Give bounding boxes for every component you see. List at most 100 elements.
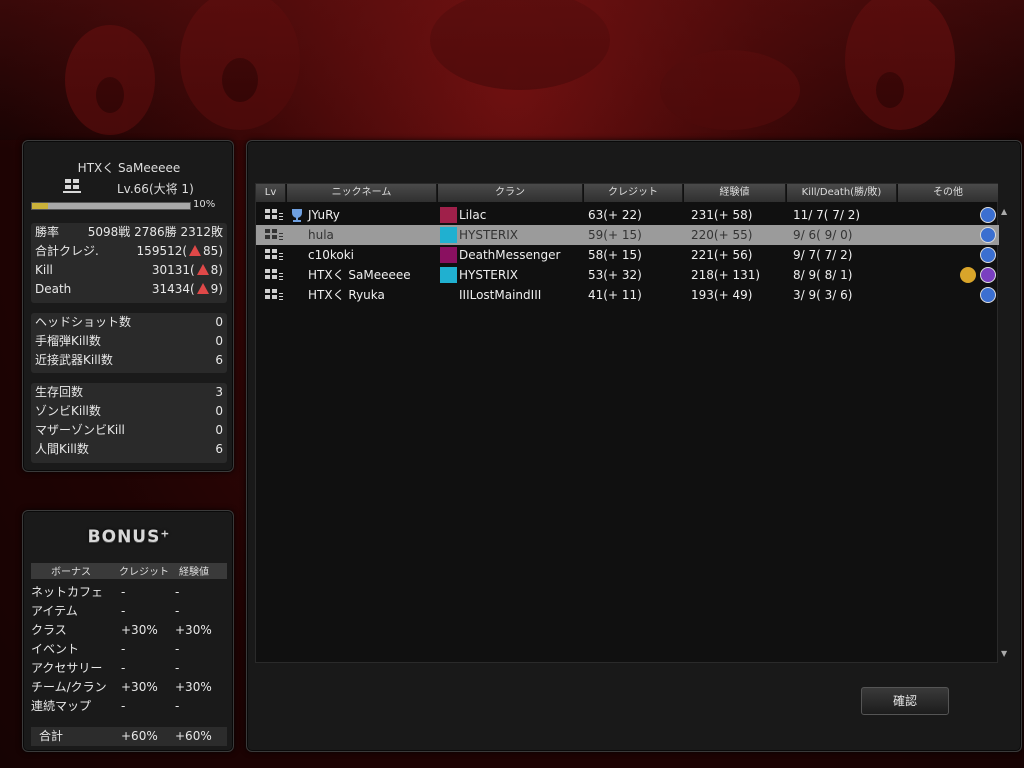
increase-triangle-icon	[196, 283, 209, 294]
stat-row: ゾンビKill数 0	[31, 402, 227, 421]
stat-value: 5098戦 2786勝 2312敗	[88, 223, 223, 242]
stat-label: 勝率	[35, 225, 60, 239]
bonus-row: 連続マップ - -	[31, 697, 227, 716]
stat-label: ヘッドショット数	[35, 315, 132, 329]
stat-row: 生存回数 3	[31, 383, 227, 402]
trophy-icon	[292, 209, 302, 222]
player-row[interactable]: HTXく Ryuka IIILostMaindIII 41(+ 11) 193(+ 4…	[256, 285, 999, 305]
bonus-exp: -	[175, 699, 180, 713]
player-info-icon[interactable]	[980, 287, 996, 303]
stat-value-text: 6	[215, 442, 223, 456]
stat-row: 合計クレジ. 159512(85)	[31, 242, 227, 261]
bonus-total-label: 合計	[39, 729, 64, 743]
col-header-credit[interactable]: クレジット	[584, 184, 683, 202]
col-header-exp[interactable]: 経験値	[684, 184, 786, 202]
bonus-total-credit: +60%	[121, 729, 158, 743]
stat-label: Death	[35, 282, 72, 296]
col-header-clan[interactable]: クラン	[438, 184, 583, 202]
stat-row: Death 31434( 9)	[31, 280, 227, 299]
bonus-name: 連続マップ	[31, 699, 92, 713]
stat-value-text: 0	[215, 423, 223, 437]
xp-progress-fill	[32, 203, 48, 209]
bonus-credit: -	[121, 642, 126, 656]
zombie-stats: 生存回数 3 ゾンビKill数 0 マザーゾンビKill 0 人間Kill数 6	[31, 383, 227, 463]
record-stats: 勝率 5098戦 2786勝 2312敗 合計クレジ. 159512(85) Kill 3…	[31, 223, 227, 303]
bonus-name: アクセサリー	[31, 661, 103, 675]
bonus-header-credit: クレジット	[119, 567, 169, 578]
xp-percent: 10%	[193, 199, 216, 210]
stat-value-text: 0	[215, 334, 223, 348]
player-credit: 41(+ 11)	[588, 288, 642, 302]
bonus-row: クラス +30% +30%	[31, 621, 227, 640]
bonus-credit: -	[121, 604, 126, 618]
player-nickname: JYuRy	[308, 208, 340, 222]
stat-row: 人間Kill数 6	[31, 440, 227, 459]
bonus-panel: BONUS⁺ ボーナス クレジット 経験値 ネットカフェ - - アイテム - - クラス +…	[22, 510, 234, 752]
clan-emblem-icon	[440, 247, 457, 263]
rank-insignia-icon	[265, 269, 283, 280]
bonus-exp: -	[175, 604, 180, 618]
bonus-credit: +30%	[121, 623, 158, 637]
stat-value-text: 31434(	[151, 282, 195, 296]
player-info-icon[interactable]	[980, 207, 996, 223]
scroll-down-arrow[interactable]: ▼	[1001, 649, 1011, 658]
bonus-exp: +30%	[175, 623, 212, 637]
bonus-name: ネットカフェ	[31, 585, 104, 599]
stat-value: 159512( 85)	[137, 242, 223, 261]
rank-insignia-icon	[63, 179, 81, 193]
player-nickname: c10koki	[308, 248, 355, 262]
col-header-kd[interactable]: Kill/Death(勝/敗)	[787, 184, 897, 202]
player-exp: 221(+ 56)	[691, 248, 753, 262]
player-kd: 3/ 9( 3/ 6)	[793, 288, 853, 302]
player-info-icon[interactable]	[980, 267, 996, 283]
bonus-header-exp: 経験値	[179, 567, 209, 578]
bonus-row: チーム/クラン +30% +30%	[31, 678, 227, 697]
stat-value: 6	[215, 351, 223, 370]
scoreboard-table: Lv ニックネーム クラン クレジット 経験値 Kill/Death(勝/敗) …	[255, 183, 999, 663]
clan-emblem-icon	[440, 207, 457, 223]
stat-value: 30131(8)	[152, 261, 223, 280]
bonus-row: アクセサリー - -	[31, 659, 227, 678]
stat-delta: 85)	[203, 244, 223, 258]
bonus-name: アイテム	[31, 604, 78, 618]
increase-triangle-icon	[196, 264, 209, 275]
stat-value-text: 159512(	[136, 244, 188, 258]
bonus-header-name: ボーナス	[51, 567, 91, 578]
confirm-button[interactable]: 確認	[861, 687, 949, 715]
player-row[interactable]: HTXく SaMeeeee HYSTERIX 53(+ 32) 218(+ 131) 8…	[256, 265, 999, 285]
player-clan: IIILostMaindIII	[459, 288, 542, 302]
col-header-other[interactable]: その他	[898, 184, 999, 202]
clan-emblem-icon	[440, 267, 457, 283]
player-info-icon[interactable]	[980, 247, 996, 263]
bonus-total-row: 合計 +60% +60%	[31, 727, 227, 746]
bonus-name: クラス	[31, 623, 67, 637]
col-header-lv[interactable]: Lv	[256, 184, 286, 202]
stat-label: 近接武器Kill数	[35, 353, 113, 367]
player-kd: 9/ 6( 9/ 0)	[793, 228, 853, 242]
add-friend-icon[interactable]	[960, 267, 976, 283]
player-row[interactable]: c10koki DeathMessenger 58(+ 15) 221(+ 56) 9/…	[256, 245, 999, 265]
stat-label: マザーゾンビKill	[35, 423, 125, 437]
stat-row: 手榴弾Kill数 0	[31, 332, 227, 351]
stat-delta: 9)	[210, 282, 223, 296]
player-clan: HYSTERIX	[459, 228, 518, 242]
col-header-nickname[interactable]: ニックネーム	[287, 184, 437, 202]
scroll-up-arrow[interactable]: ▲	[1001, 207, 1011, 216]
player-exp: 218(+ 131)	[691, 268, 761, 282]
rank-insignia-icon	[265, 289, 283, 300]
bonus-credit: -	[121, 661, 126, 675]
player-name: HTXく SaMeeeee	[77, 161, 181, 175]
player-info-icon[interactable]	[980, 227, 996, 243]
player-level: Lv.66(大将 1)	[117, 182, 194, 196]
player-row[interactable]: JYuRy Lilac 63(+ 22) 231(+ 58) 11/ 7( 7/ 2)	[256, 205, 999, 225]
player-row[interactable]: hula HYSTERIX 59(+ 15) 220(+ 55) 9/ 6( 9/ 0)	[256, 225, 999, 245]
player-profile-panel: HTXく SaMeeeee Lv.66(大将 1) 10% 勝率 5098戦 27…	[22, 140, 234, 472]
bonus-title: BONUS⁺	[87, 527, 171, 547]
bonus-header-row: ボーナス クレジット 経験値	[31, 563, 227, 579]
bonus-name: チーム/クラン	[31, 680, 107, 694]
player-kd: 8/ 9( 8/ 1)	[793, 268, 853, 282]
stat-value: 0	[215, 402, 223, 421]
player-credit: 58(+ 15)	[588, 248, 642, 262]
bonus-exp: -	[175, 585, 180, 599]
player-kd: 9/ 7( 7/ 2)	[793, 248, 853, 262]
